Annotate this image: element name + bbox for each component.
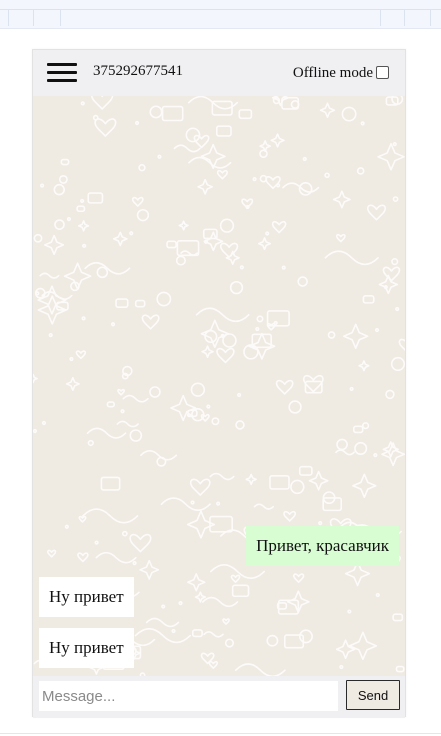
- send-button[interactable]: Send: [346, 680, 400, 710]
- hamburger-menu-icon[interactable]: [47, 63, 77, 83]
- message-input[interactable]: [39, 681, 338, 711]
- contact-phone-number: 375292677541: [93, 63, 183, 79]
- chat-messages-area: Привет, красавчик Ну привет Ну привет: [33, 96, 405, 676]
- message-composer: Send: [33, 676, 405, 718]
- chat-app: 375292677541 Offline mode Привет, красав…: [32, 49, 406, 718]
- offline-mode-label: Offline mode: [292, 65, 373, 81]
- offline-mode-checkbox[interactable]: [376, 65, 389, 79]
- chat-header: 375292677541 Offline mode: [33, 50, 405, 96]
- incoming-message: Ну привет: [39, 628, 134, 668]
- incoming-message: Ну привет: [39, 577, 134, 617]
- browser-top-strip: [0, 0, 441, 29]
- page-bottom-divider: [0, 733, 441, 734]
- outgoing-message: Привет, красавчик: [246, 526, 399, 566]
- offline-mode-toggle[interactable]: Offline mode: [293, 65, 389, 82]
